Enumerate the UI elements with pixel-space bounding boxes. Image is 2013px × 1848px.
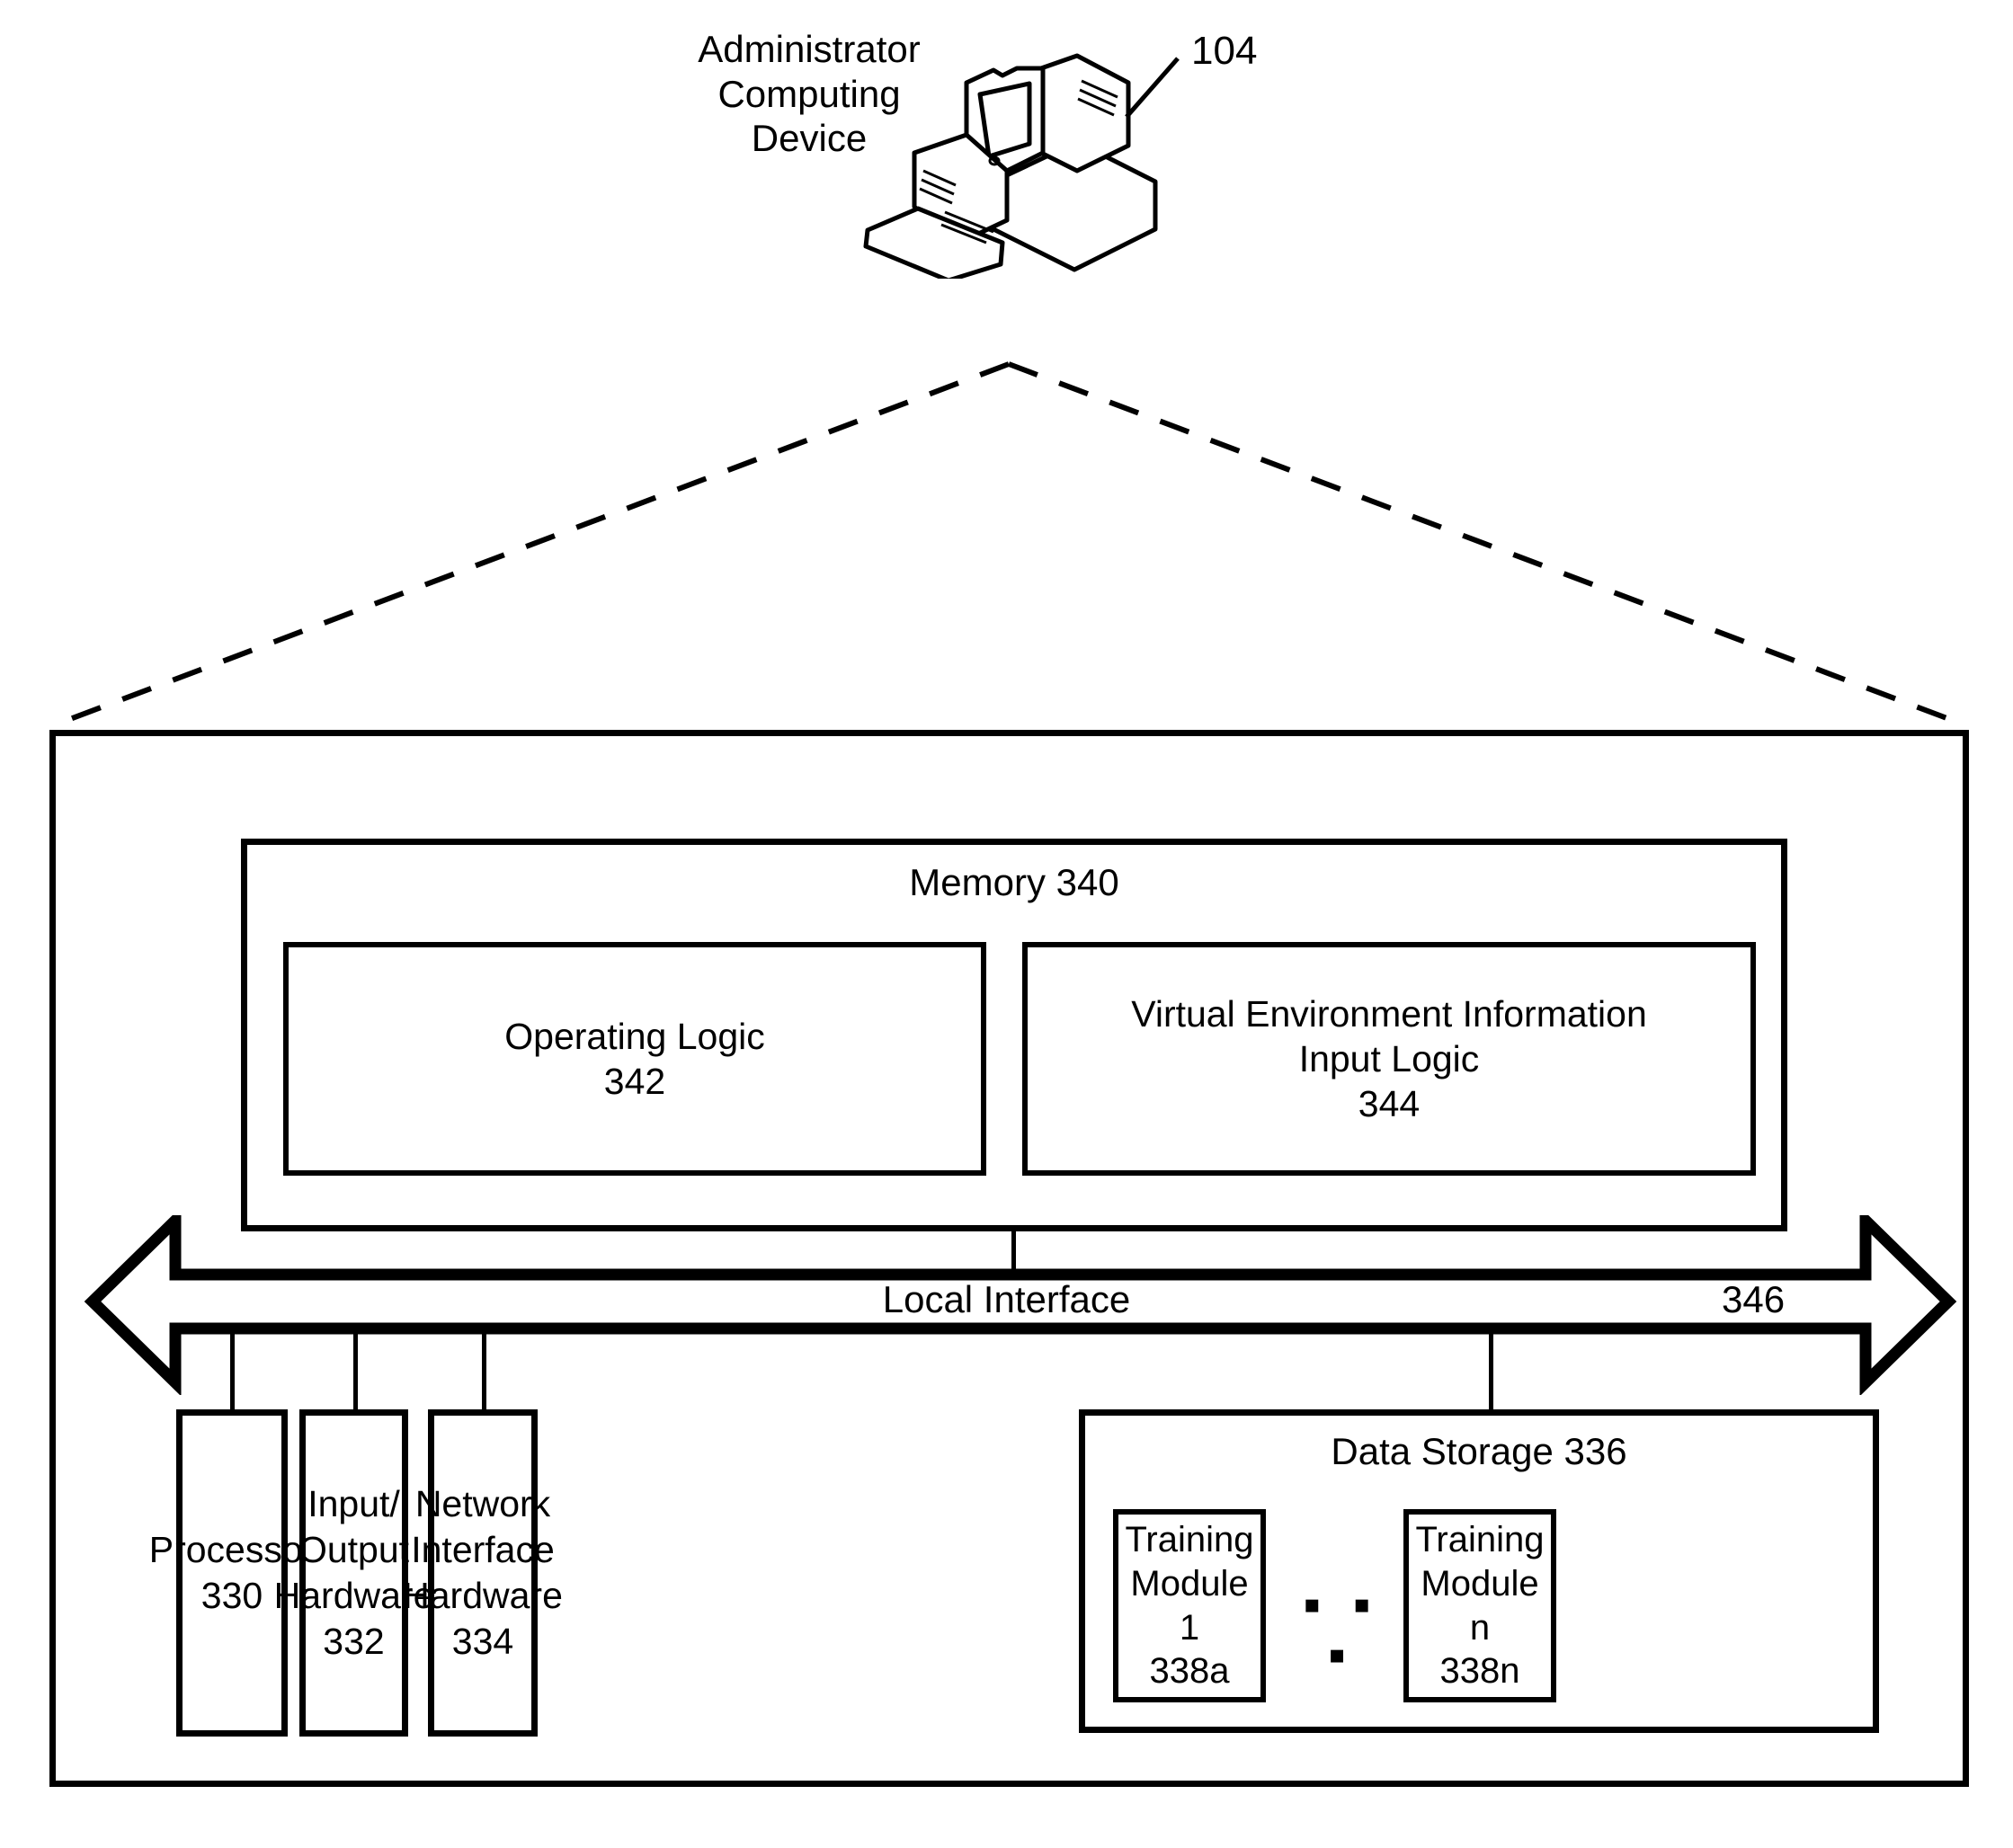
figure-canvas: Administrator Computing Device 104 Memor… xyxy=(0,0,2013,1848)
io-bus-connector xyxy=(353,1328,358,1411)
virtual-environment-information-input-logic-label: Virtual Environment Information Input Lo… xyxy=(1131,992,1647,1124)
network-interface-hardware-block: Network Interface Hardware 334 xyxy=(403,1409,563,1737)
training-module-n-label: Training Module n 338n xyxy=(1415,1519,1545,1692)
input-output-hardware-block: Input/ Output Hardware 332 xyxy=(274,1409,433,1737)
training-module-n-block: Training Module n 338n xyxy=(1403,1509,1556,1702)
training-module-1-label: Training Module 1 338a xyxy=(1125,1519,1254,1692)
network-interface-hardware-label: Network Interface Hardware 334 xyxy=(403,1483,563,1662)
operating-logic-block: Operating Logic 342 xyxy=(283,942,986,1176)
desktop-computer-icon xyxy=(859,45,1164,283)
network-bus-connector xyxy=(482,1328,486,1411)
local-interface-label: Local Interface xyxy=(882,1278,1131,1320)
processor-bus-connector xyxy=(230,1328,235,1411)
reference-numeral-346: 346 xyxy=(1722,1278,1786,1320)
modules-ellipsis: ▪ ▪ ▪ xyxy=(1303,1576,1380,1683)
reference-numeral-104: 104 xyxy=(1191,29,1258,73)
training-module-1-block: Training Module 1 338a xyxy=(1113,1509,1266,1702)
operating-logic-label: Operating Logic 342 xyxy=(504,1015,765,1102)
virtual-environment-information-input-logic-block: Virtual Environment Information Input Lo… xyxy=(1022,942,1756,1176)
processor-block: Processor 330 xyxy=(149,1409,315,1737)
data-storage-bus-connector xyxy=(1489,1328,1493,1411)
memory-title: Memory 340 xyxy=(909,861,1119,903)
memory-block: Memory 340 Operating Logic 342 Virtual E… xyxy=(241,839,1787,1231)
data-storage-block: Data Storage 336 Training Module 1 338a … xyxy=(1079,1409,1879,1733)
data-storage-title: Data Storage 336 xyxy=(1331,1430,1627,1472)
